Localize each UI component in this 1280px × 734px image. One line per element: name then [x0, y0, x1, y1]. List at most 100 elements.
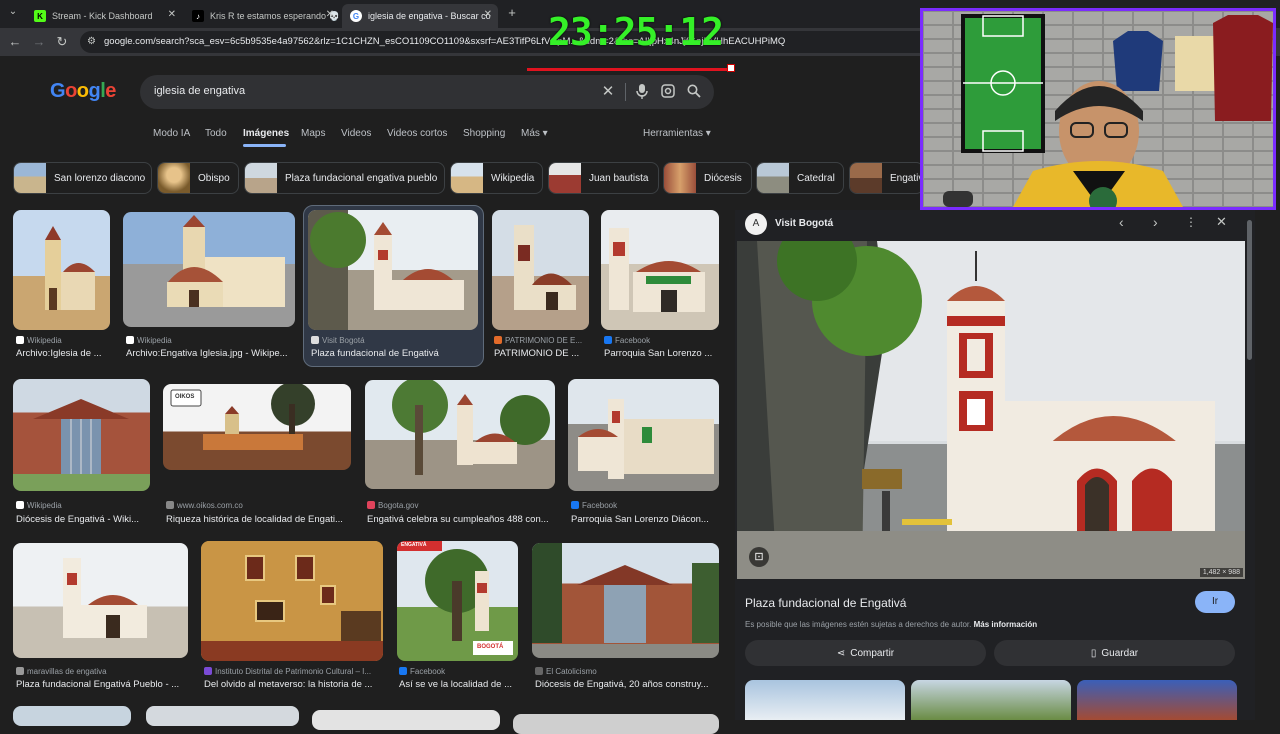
- chip-catedral[interactable]: Catedral: [756, 162, 844, 194]
- forward-icon[interactable]: →: [30, 33, 48, 51]
- search-box[interactable]: iglesia de engativa ✕: [140, 75, 714, 109]
- visit-bogota-icon: [311, 336, 319, 344]
- close-icon[interactable]: ✕: [168, 9, 176, 20]
- related-image[interactable]: [745, 680, 905, 720]
- chip-diocesis[interactable]: Diócesis: [663, 162, 752, 194]
- tab-title: Stream - Kick Dashboard: [52, 11, 153, 21]
- chip-obispo[interactable]: Obispo: [157, 162, 239, 194]
- related-image[interactable]: [911, 680, 1071, 720]
- google-logo[interactable]: Google: [50, 80, 116, 103]
- result-image[interactable]: [13, 543, 188, 658]
- result-image[interactable]: [123, 212, 295, 327]
- result-title[interactable]: Diócesis de Engativá - Wiki...: [16, 514, 146, 525]
- site-avatar[interactable]: A: [745, 213, 767, 235]
- more-info-link[interactable]: Más información: [974, 620, 1038, 629]
- scrollbar[interactable]: [1247, 220, 1252, 360]
- result-image[interactable]: [201, 541, 383, 661]
- result-title[interactable]: Parroquia San Lorenzo Diácon...: [571, 514, 716, 525]
- back-icon[interactable]: ←: [6, 33, 24, 51]
- result-image[interactable]: [532, 543, 719, 658]
- result-image[interactable]: [13, 210, 110, 330]
- site-name[interactable]: Visit Bogotá: [775, 218, 833, 229]
- more-options-icon[interactable]: ⋮: [1185, 215, 1197, 229]
- result-image[interactable]: [365, 380, 555, 489]
- catolicismo-icon: [535, 667, 543, 675]
- preview-title[interactable]: Plaza fundacional de Engativá: [745, 596, 906, 610]
- share-button[interactable]: ⋖ Compartir: [745, 640, 986, 666]
- tab-imagenes[interactable]: Imágenes: [243, 128, 289, 139]
- close-icon[interactable]: ✕: [326, 9, 334, 20]
- tab-kick[interactable]: K Stream - Kick Dashboard ✕: [26, 4, 182, 28]
- result-image[interactable]: [13, 379, 150, 491]
- tab-maps[interactable]: Maps: [301, 128, 325, 139]
- new-tab-icon[interactable]: +: [503, 4, 521, 22]
- source-label: maravillas de engativa: [27, 667, 107, 676]
- lens-icon[interactable]: [660, 84, 676, 100]
- chip-san-lorenzo[interactable]: San lorenzo diacono: [13, 162, 152, 194]
- image-dimensions: 1,482 × 988: [1199, 568, 1243, 577]
- chip-juan-bautista[interactable]: Juan bautista: [548, 162, 659, 194]
- oikos-icon: [166, 501, 174, 509]
- preview-image[interactable]: ⊡ 1,482 × 988: [737, 241, 1245, 579]
- facebook-icon: [399, 667, 407, 675]
- prev-icon[interactable]: ‹: [1119, 214, 1124, 230]
- tab-shopping[interactable]: Shopping: [463, 128, 505, 139]
- result-title[interactable]: Plaza fundacional Engativá Pueblo - ...: [16, 679, 188, 690]
- result-title[interactable]: Riqueza histórica de localidad de Engati…: [166, 514, 348, 525]
- close-icon[interactable]: ✕: [484, 9, 492, 20]
- visit-button[interactable]: Ir: [1195, 591, 1235, 613]
- lens-search-icon[interactable]: ⊡: [749, 547, 769, 567]
- result-title[interactable]: Diócesis de Engativá, 20 años construy..…: [535, 679, 717, 690]
- tools-button[interactable]: Herramientas ▾: [643, 128, 711, 139]
- result-image[interactable]: [568, 379, 719, 491]
- result-title[interactable]: Engativá celebra su cumpleaños 488 con..…: [367, 514, 553, 525]
- address-bar[interactable]: ⚙ google.com/search?sca_esv=6c5b9535e4a9…: [80, 31, 940, 53]
- result-image[interactable]: [492, 210, 589, 330]
- source-label: PATRIMONIO DE E...: [505, 336, 583, 345]
- result-title[interactable]: Archivo:Iglesia de ...: [16, 348, 110, 359]
- result-image[interactable]: ENGATIVÁ BOGOTÁ: [397, 541, 518, 661]
- result-image[interactable]: [312, 710, 500, 730]
- result-title[interactable]: PATRIMONIO DE ...: [494, 348, 588, 359]
- result-image[interactable]: [308, 210, 478, 330]
- chip-label: Plaza fundacional engativa pueblo: [285, 172, 438, 184]
- reload-icon[interactable]: ↻: [53, 33, 71, 51]
- tab-videos[interactable]: Videos: [341, 128, 371, 139]
- tab-more[interactable]: Más ▾: [521, 128, 548, 139]
- result-image[interactable]: [13, 706, 131, 726]
- chip-label: Juan bautista: [589, 172, 649, 184]
- result-image[interactable]: [146, 706, 299, 726]
- chip-plaza-fundacional[interactable]: Plaza fundacional engativa pueblo: [244, 162, 445, 194]
- chip-wikipedia[interactable]: Wikipedia: [450, 162, 543, 194]
- result-title[interactable]: Del olvido al metaverso: la historia de …: [204, 679, 382, 690]
- result-source: Wikipedia: [16, 501, 146, 510]
- tab-google[interactable]: G iglesia de engativa - Buscar co ✕: [342, 4, 498, 28]
- tab-modo-ia[interactable]: Modo IA: [153, 128, 190, 139]
- tab-videos-cortos[interactable]: Videos cortos: [387, 128, 447, 139]
- chip-engativa[interactable]: Engativ: [849, 162, 924, 194]
- result-image[interactable]: [513, 714, 719, 734]
- close-icon[interactable]: ✕: [1216, 214, 1227, 230]
- result-title[interactable]: Archivo:Engativa Iglesia.jpg - Wikipe...: [126, 348, 291, 359]
- result-title[interactable]: Plaza fundacional de Engativá: [311, 348, 476, 359]
- site-info-icon[interactable]: ⚙: [87, 31, 96, 53]
- next-icon[interactable]: ›: [1153, 214, 1158, 230]
- save-button[interactable]: ▯ Guardar: [994, 640, 1235, 666]
- tab-todo[interactable]: Todo: [205, 128, 227, 139]
- result-title[interactable]: Parroquia San Lorenzo ...: [604, 348, 718, 359]
- wikipedia-icon: [16, 501, 24, 509]
- result-image[interactable]: [601, 210, 719, 330]
- source-label: Wikipedia: [27, 336, 62, 345]
- search-input[interactable]: iglesia de engativa: [154, 85, 245, 97]
- related-image[interactable]: [1077, 680, 1237, 720]
- microphone-icon[interactable]: [634, 84, 650, 100]
- stream-clock: 23:25:12: [548, 10, 724, 54]
- tab-title: iglesia de engativa - Buscar co: [368, 11, 491, 21]
- clear-icon[interactable]: ✕: [600, 84, 616, 100]
- result-image[interactable]: OIKOS: [163, 384, 351, 470]
- result-title[interactable]: Así se ve la localidad de ...: [399, 679, 517, 690]
- tab-search-icon[interactable]: ⌄: [4, 3, 22, 21]
- google-icon: G: [350, 10, 362, 22]
- search-icon[interactable]: [686, 84, 702, 100]
- tab-tiktok[interactable]: ♪ Kris R te estamos esperando 💀 ✕: [184, 4, 340, 28]
